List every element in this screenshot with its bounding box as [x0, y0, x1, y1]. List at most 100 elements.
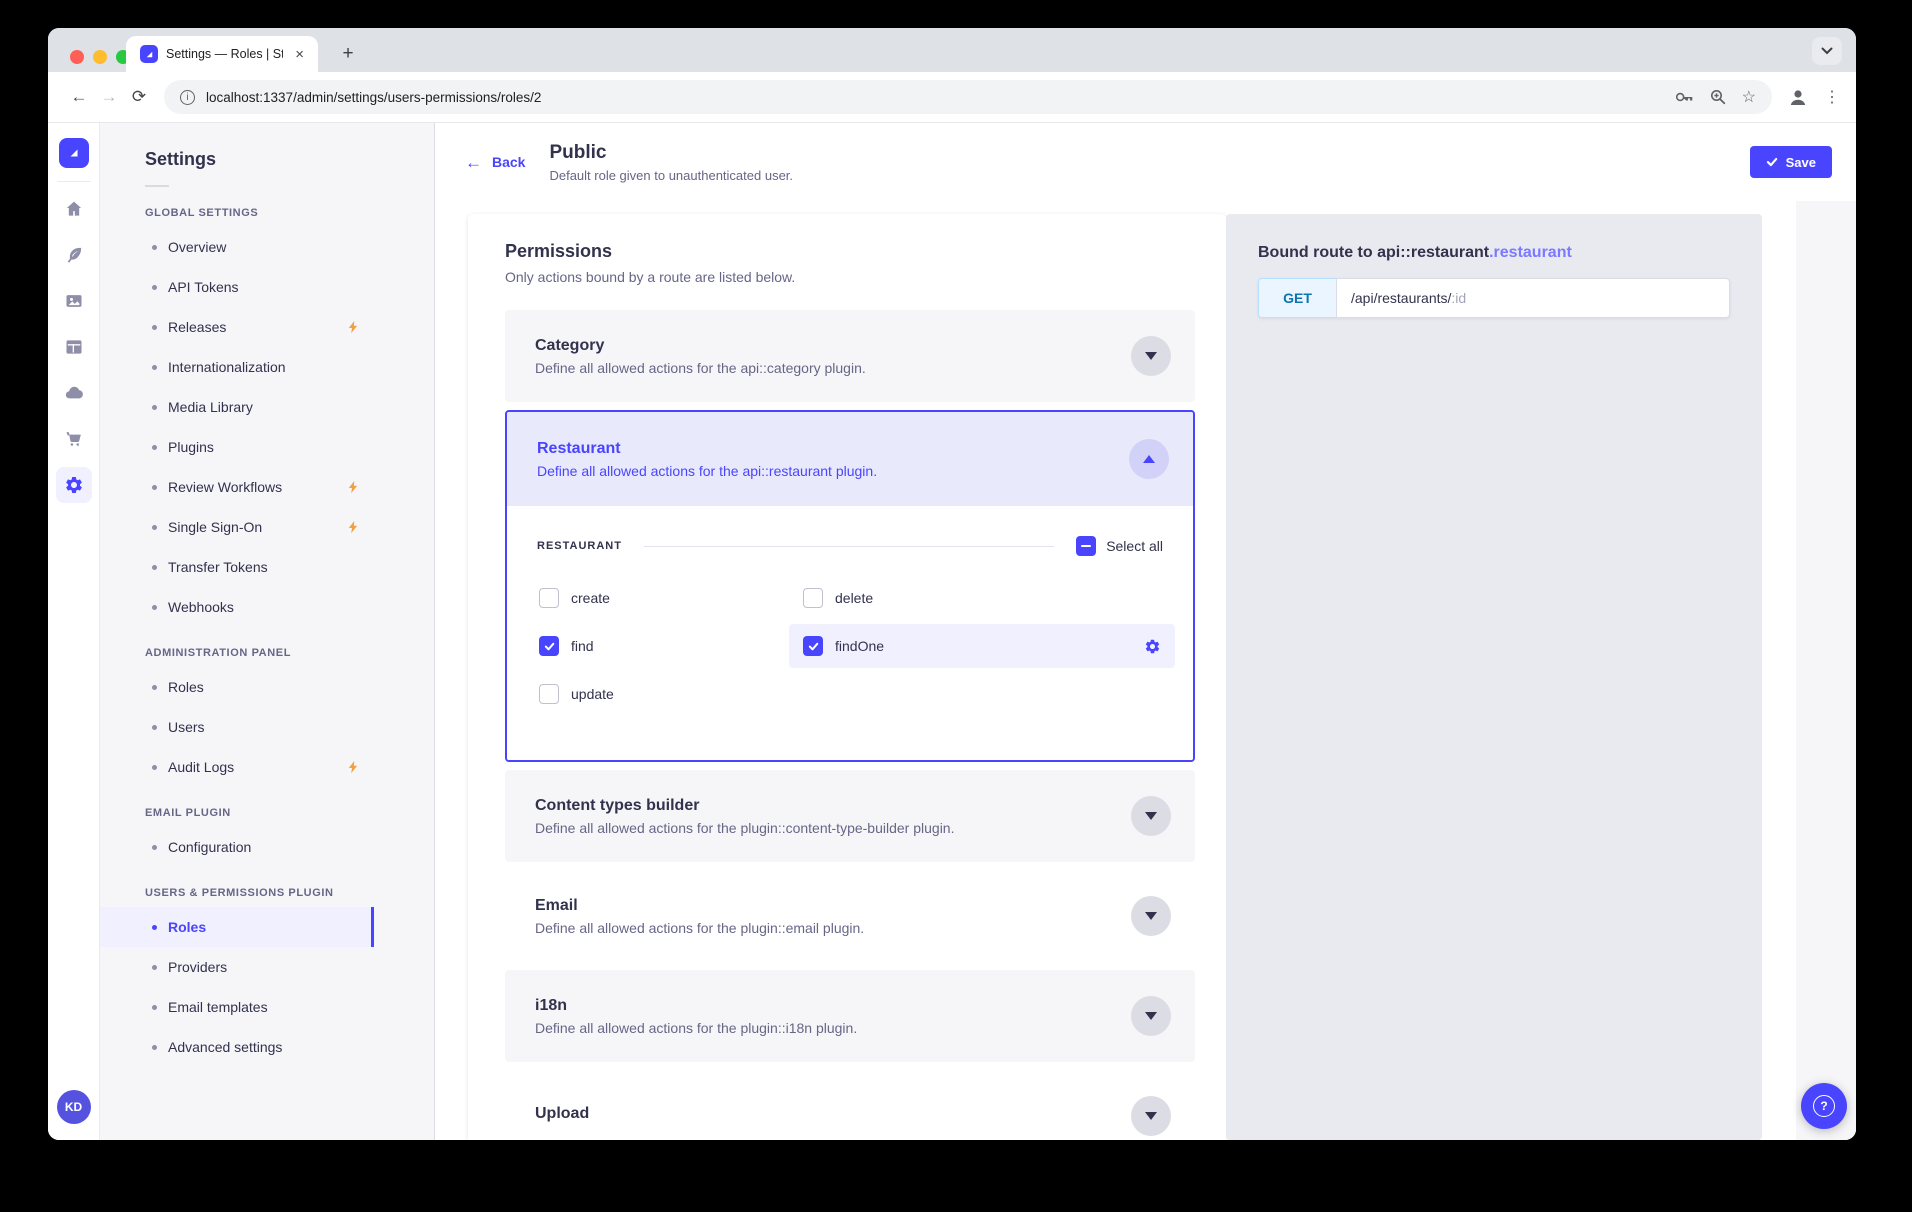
tab-search-chevron-icon[interactable]	[1812, 37, 1842, 65]
bound-route-panel: Bound route to api::restaurant.restauran…	[1226, 214, 1762, 1140]
browser-tab[interactable]: Settings — Roles | Strapi ×	[126, 36, 318, 72]
create-checkbox[interactable]	[539, 588, 559, 608]
accordion-list: Category Define all allowed actions for …	[505, 310, 1195, 1140]
new-tab-button[interactable]: +	[334, 40, 362, 68]
sidebar-item-configuration[interactable]: Configuration	[100, 827, 374, 867]
sidebar-item-overview[interactable]: Overview	[100, 227, 374, 267]
address-bar[interactable]: i localhost:1337/admin/settings/users-pe…	[164, 80, 1772, 114]
rail-divider	[57, 181, 91, 182]
browser-menu-icon[interactable]: ⋮	[1824, 87, 1840, 107]
settings-gear-icon[interactable]	[56, 467, 92, 503]
accordion-i18n: i18n Define all allowed actions for the …	[505, 970, 1195, 1062]
lightning-icon	[346, 760, 360, 774]
sidebar-item-up-roles[interactable]: Roles	[100, 907, 374, 947]
sidebar-item-providers[interactable]: Providers	[100, 947, 374, 987]
lightning-icon	[346, 320, 360, 334]
findone-settings-gear-icon[interactable]	[1144, 638, 1161, 655]
sidebar-item-users[interactable]: Users	[100, 707, 374, 747]
bullet-icon	[152, 605, 157, 610]
permissions-subtitle: Only actions bound by a route are listed…	[505, 269, 1195, 285]
sidebar-item-transfer-tokens[interactable]: Transfer Tokens	[100, 547, 374, 587]
section-label-email-plugin: EMAIL PLUGIN	[145, 807, 434, 819]
browser-right-controls: ⋮	[1786, 85, 1840, 109]
browser-back-icon[interactable]: ←	[64, 87, 94, 107]
sidebar-item-webhooks[interactable]: Webhooks	[100, 587, 374, 627]
tab-close-icon[interactable]: ×	[291, 45, 308, 64]
collapse-toggle-button[interactable]	[1129, 439, 1169, 479]
right-gutter	[1796, 201, 1856, 1140]
question-mark-icon: ?	[1813, 1095, 1835, 1117]
accordion-category: Category Define all allowed actions for …	[505, 310, 1195, 402]
accordion-restaurant-body: RESTAURANT Select all	[507, 506, 1193, 760]
bullet-icon	[152, 285, 157, 290]
sidebar-item-advanced-settings[interactable]: Advanced settings	[100, 1027, 374, 1067]
minimize-window-button[interactable]	[93, 50, 107, 64]
save-button[interactable]: Save	[1750, 146, 1832, 178]
accordion-restaurant-header[interactable]: Restaurant Define all allowed actions fo…	[507, 412, 1193, 506]
sidebar-item-releases[interactable]: Releases	[100, 307, 374, 347]
strapi-logo-icon[interactable]	[59, 138, 89, 168]
sidebar-item-review-workflows[interactable]: Review Workflows	[100, 467, 374, 507]
bullet-icon	[152, 325, 157, 330]
site-info-icon[interactable]: i	[180, 90, 195, 105]
main-nav-rail: KD	[48, 123, 100, 1140]
sidebar-item-plugins[interactable]: Plugins	[100, 427, 374, 467]
chevron-down-icon	[1145, 1012, 1157, 1020]
content-manager-feather-icon[interactable]	[56, 237, 92, 273]
screenshot-stage: Settings — Roles | Strapi × + ← → ⟳ i lo…	[0, 0, 1912, 1212]
profile-avatar-icon[interactable]	[1786, 85, 1810, 109]
window-controls	[70, 50, 130, 64]
sidebar-title: Settings	[145, 149, 434, 170]
accordion-ctb-header[interactable]: Content types builder Define all allowed…	[505, 770, 1195, 862]
section-label-users-permissions-plugin: USERS & PERMISSIONS PLUGIN	[145, 887, 434, 899]
browser-forward-icon[interactable]: →	[94, 87, 124, 107]
content-area: Permissions Only actions bound by a rout…	[435, 201, 1856, 1140]
sidebar-item-internationalization[interactable]: Internationalization	[100, 347, 374, 387]
password-key-icon[interactable]	[1675, 91, 1694, 103]
bullet-icon	[152, 1005, 157, 1010]
accordion-category-header[interactable]: Category Define all allowed actions for …	[505, 310, 1195, 402]
findone-checkbox[interactable]	[803, 636, 823, 656]
expand-toggle-button[interactable]	[1131, 896, 1171, 936]
select-all-control[interactable]: Select all	[1076, 536, 1163, 556]
accordion-upload-header[interactable]: Upload	[505, 1070, 1195, 1140]
close-window-button[interactable]	[70, 50, 84, 64]
bookmark-star-icon[interactable]: ☆	[1742, 87, 1756, 107]
browser-reload-icon[interactable]: ⟳	[124, 87, 154, 107]
check-icon	[808, 641, 819, 652]
accordion-upload: Upload	[505, 1070, 1195, 1140]
page-header: ← Back Public Default role given to unau…	[435, 123, 1856, 201]
sidebar-item-media-library[interactable]: Media Library	[100, 387, 374, 427]
accordion-email-header[interactable]: Email Define all allowed actions for the…	[505, 870, 1195, 962]
accordion-i18n-header[interactable]: i18n Define all allowed actions for the …	[505, 970, 1195, 1062]
media-library-icon[interactable]	[56, 283, 92, 319]
cloud-icon[interactable]	[56, 375, 92, 411]
permission-group-row: RESTAURANT Select all	[537, 536, 1163, 556]
bullet-icon	[152, 245, 157, 250]
route-path-field[interactable]: /api/restaurants/:id	[1336, 278, 1730, 318]
lightning-icon	[346, 520, 360, 534]
update-checkbox[interactable]	[539, 684, 559, 704]
help-button[interactable]: ?	[1801, 1083, 1847, 1129]
expand-toggle-button[interactable]	[1131, 336, 1171, 376]
sidebar-item-audit-logs[interactable]: Audit Logs	[100, 747, 374, 787]
expand-toggle-button[interactable]	[1131, 796, 1171, 836]
find-checkbox[interactable]	[539, 636, 559, 656]
sidebar-item-admin-roles[interactable]: Roles	[100, 667, 374, 707]
content-type-builder-icon[interactable]	[56, 329, 92, 365]
sidebar-item-email-templates[interactable]: Email templates	[100, 987, 374, 1027]
back-link[interactable]: ← Back	[465, 154, 525, 171]
sidebar-item-api-tokens[interactable]: API Tokens	[100, 267, 374, 307]
zoom-page-icon[interactable]	[1710, 89, 1726, 105]
user-avatar[interactable]: KD	[57, 1090, 91, 1124]
expand-toggle-button[interactable]	[1131, 996, 1171, 1036]
home-icon[interactable]	[56, 191, 92, 227]
select-all-checkbox[interactable]	[1076, 536, 1096, 556]
action-delete: delete	[789, 576, 1175, 620]
sidebar-item-single-sign-on[interactable]: Single Sign-On	[100, 507, 374, 547]
main-panel: ← Back Public Default role given to unau…	[435, 123, 1856, 1140]
marketplace-cart-icon[interactable]	[56, 421, 92, 457]
expand-toggle-button[interactable]	[1131, 1096, 1171, 1136]
delete-checkbox[interactable]	[803, 588, 823, 608]
bullet-icon	[152, 765, 157, 770]
